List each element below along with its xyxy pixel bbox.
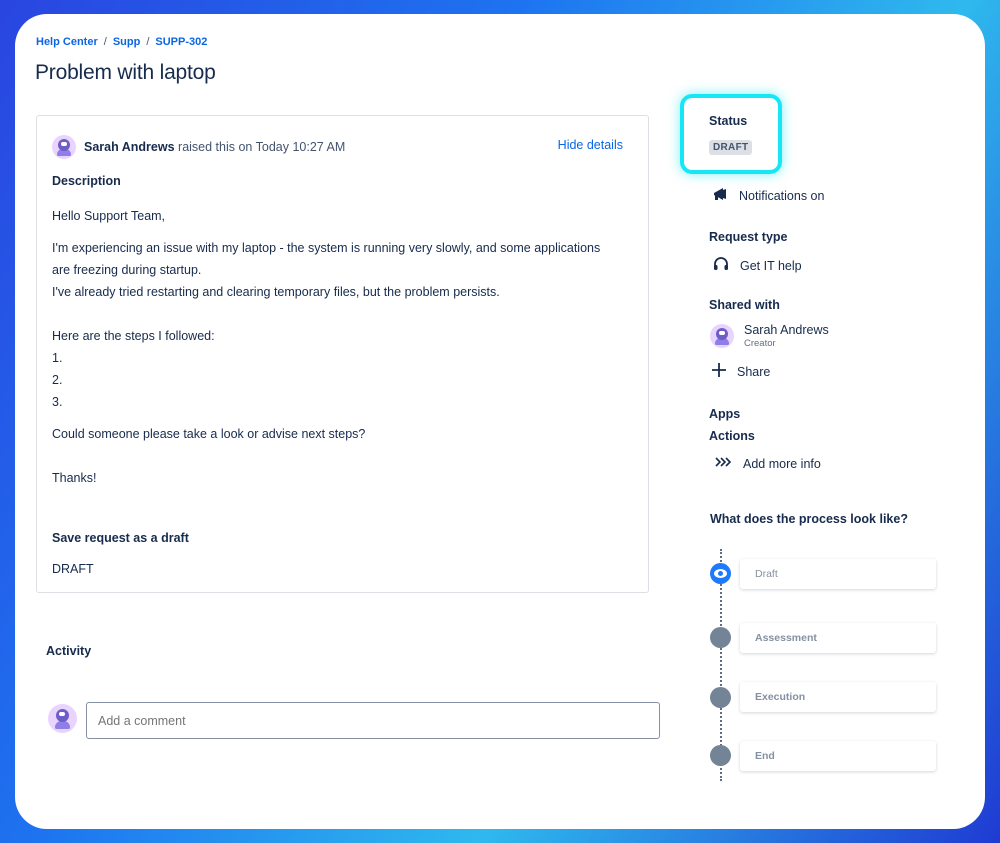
status-badge: DRAFT [709, 140, 753, 155]
comment-input[interactable] [86, 702, 660, 739]
notifications-toggle[interactable]: Notifications on [711, 185, 824, 206]
breadcrumb: Help Center / Supp / SUPP-302 [36, 36, 207, 48]
description-label: Description [52, 174, 121, 188]
breadcrumb-separator: / [146, 36, 150, 48]
description-line: I've already tried restarting and cleari… [52, 285, 500, 299]
avatar [52, 135, 76, 159]
breadcrumb-supp[interactable]: Supp [113, 36, 141, 48]
megaphone-icon [711, 185, 729, 206]
description-line: 2. [52, 373, 63, 387]
status-highlight [680, 94, 782, 174]
shared-with-user: Sarah Andrews Creator [710, 323, 829, 349]
step-execution-dot [710, 687, 731, 708]
request-card: Help Center / Supp / SUPP-302 Problem wi… [15, 14, 985, 829]
step-end-dot [710, 745, 731, 766]
breadcrumb-separator: / [103, 36, 107, 48]
raiser-name: Sarah Andrews [84, 140, 175, 154]
breadcrumb-ticket[interactable]: SUPP-302 [155, 36, 207, 48]
status-label: Status [709, 114, 748, 128]
plus-icon [711, 362, 727, 381]
share-label: Share [737, 364, 771, 379]
description-line: I'm experiencing an issue with my laptop… [52, 241, 601, 255]
step-assessment: Assessment [740, 623, 936, 653]
save-draft-value: DRAFT [52, 562, 94, 576]
description-line: Hello Support Team, [52, 209, 166, 223]
add-more-info-label: Add more info [743, 456, 821, 471]
request-details-panel: Sarah Andrews raised this on Today 10:27… [36, 115, 649, 593]
description-line: Could someone please take a look or advi… [52, 427, 366, 441]
share-button[interactable]: Share [711, 362, 770, 381]
request-type-label: Request type [709, 230, 788, 244]
shared-user-role: Creator [744, 338, 776, 349]
add-more-info-button[interactable]: Add more info [715, 456, 821, 471]
step-execution: Execution [740, 682, 936, 712]
description-line: Here are the steps I followed: [52, 329, 215, 343]
save-draft-label: Save request as a draft [52, 531, 189, 545]
shared-with-label: Shared with [709, 298, 780, 312]
description-line: are freezing during startup. [52, 263, 202, 277]
request-type-value: Get IT help [712, 255, 802, 276]
apps-label: Apps [709, 407, 741, 421]
avatar [48, 704, 77, 733]
description-body: Hello Support Team, I'm experiencing an … [52, 205, 637, 489]
page-title: Problem with laptop [35, 61, 216, 84]
process-label: What does the process look like? [710, 512, 908, 526]
avatar [710, 324, 734, 348]
triple-chevron-icon [715, 456, 733, 471]
description-line: 1. [52, 351, 63, 365]
step-draft-dot [710, 563, 731, 584]
headset-icon [712, 255, 730, 276]
raiser-row: Sarah Andrews raised this on Today 10:27… [52, 135, 345, 159]
comment-avatar [48, 704, 77, 733]
description-line: 3. [52, 395, 63, 409]
raised-text: raised this on Today 10:27 AM [178, 140, 346, 154]
breadcrumb-help-center[interactable]: Help Center [36, 36, 98, 48]
activity-heading: Activity [46, 644, 92, 658]
hide-details-link[interactable]: Hide details [558, 138, 623, 152]
request-type-text: Get IT help [740, 258, 802, 273]
description-line: Thanks! [52, 471, 97, 485]
notifications-label: Notifications on [739, 188, 825, 203]
step-assessment-dot [710, 627, 731, 648]
step-end: End [740, 741, 936, 771]
shared-user-name: Sarah Andrews [744, 323, 829, 337]
step-draft: Draft [740, 559, 936, 589]
actions-label: Actions [709, 429, 755, 443]
